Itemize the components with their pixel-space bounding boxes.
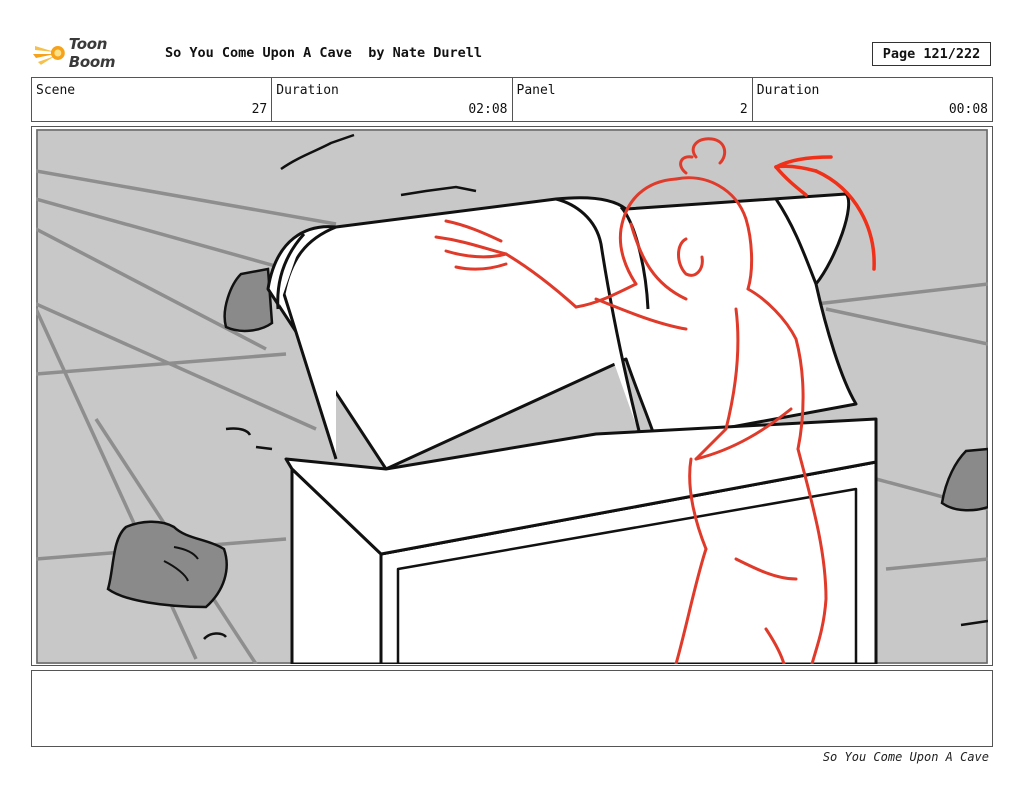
scene-cell: Scene 27 [32, 78, 273, 121]
scene-label: Scene [36, 83, 76, 98]
panel-duration-cell: Duration 00:08 [753, 78, 992, 121]
panel-cell: Panel 2 [513, 78, 753, 121]
panel-info-row: Scene 27 Duration 02:08 Panel 2 Duration… [31, 77, 993, 122]
panel-value: 2 [739, 102, 748, 117]
footer-title: So You Come Upon A Cave [822, 750, 989, 764]
panel-label: Panel [516, 83, 556, 98]
scene-duration-cell: Duration 02:08 [272, 78, 513, 121]
scene-value: 27 [251, 102, 268, 117]
panel-notes [31, 670, 993, 747]
toon-boom-logo: Toon Boom [33, 35, 158, 71]
storyboard-sketch [36, 129, 988, 664]
page-number: Page 121/222 [872, 42, 991, 66]
logo-text: Toon Boom [68, 35, 116, 71]
panel-duration-label: Duration [756, 83, 820, 98]
comet-logo-icon [33, 46, 65, 65]
panel-duration-value: 00:08 [948, 102, 988, 117]
scene-duration-label: Duration [276, 83, 339, 98]
scene-duration-value: 02:08 [468, 102, 508, 117]
document-title: So You Come Upon A Cave by Nate Durell [165, 45, 482, 61]
